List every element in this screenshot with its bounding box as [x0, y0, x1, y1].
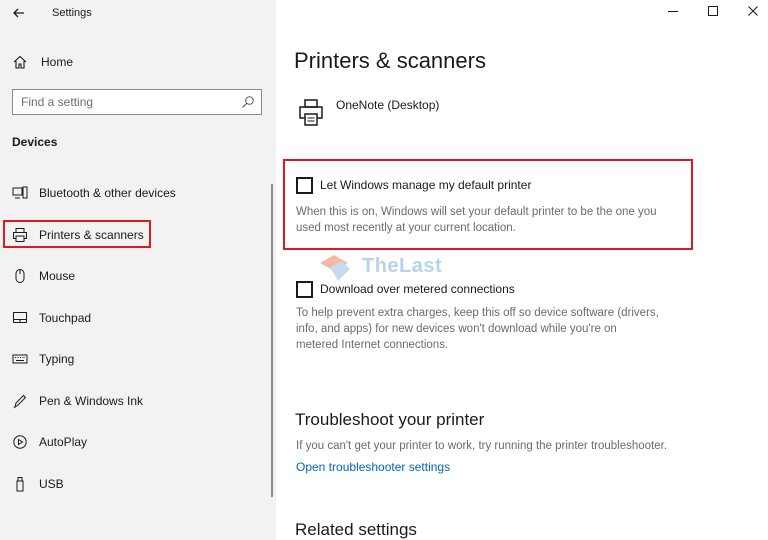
search-icon: [242, 96, 254, 108]
default-printer-description: When this is on, Windows will set your d…: [296, 204, 657, 236]
sidebar-item-usb[interactable]: USB: [12, 474, 64, 494]
sidebar-scrollbar[interactable]: [271, 184, 273, 497]
metered-label[interactable]: Download over metered connections: [320, 282, 515, 296]
usb-icon: [16, 477, 24, 492]
sidebar-item-label: Touchpad: [39, 311, 92, 325]
sidebar: Settings Home Find a setting Devices Blu…: [0, 0, 276, 540]
home-icon: [13, 55, 27, 69]
search-input[interactable]: Find a setting: [12, 89, 262, 115]
troubleshoot-text: If you can't get your printer to work, t…: [296, 440, 668, 452]
metered-description: To help prevent extra charges, keep this…: [296, 305, 659, 353]
sidebar-item-label: USB: [39, 477, 64, 491]
sidebar-item-label: AutoPlay: [39, 435, 88, 449]
sidebar-item-autoplay[interactable]: AutoPlay: [12, 432, 87, 452]
metered-checkbox[interactable]: [296, 281, 313, 298]
printer-device-item[interactable]: [298, 98, 324, 128]
sidebar-item-label: Bluetooth & other devices: [39, 186, 176, 200]
default-printer-checkbox[interactable]: [296, 177, 313, 194]
printer-icon: [299, 99, 323, 126]
description-line: info, and apps) for new devices won't do…: [296, 323, 617, 335]
sidebar-item-touchpad[interactable]: Touchpad: [12, 308, 91, 328]
close-button[interactable]: [746, 4, 760, 18]
home-label: Home: [41, 55, 74, 69]
description-line: metered Internet connections.: [296, 339, 449, 351]
maximize-button[interactable]: [706, 4, 720, 18]
back-button[interactable]: [10, 4, 28, 22]
sidebar-item-label: Pen & Windows Ink: [39, 394, 144, 408]
section-title: Devices: [12, 135, 58, 149]
home-nav-item[interactable]: Home: [12, 52, 73, 72]
troubleshoot-heading: Troubleshoot your printer: [295, 410, 485, 429]
sidebar-item-mouse[interactable]: Mouse: [12, 266, 75, 286]
search-placeholder: Find a setting: [21, 95, 94, 109]
minimize-icon: [668, 11, 678, 12]
pen-icon: [13, 394, 27, 409]
mouse-icon: [15, 269, 25, 283]
sidebar-item-pen[interactable]: Pen & Windows Ink: [12, 391, 143, 411]
open-troubleshooter-link[interactable]: Open troubleshooter settings: [296, 460, 450, 474]
sidebar-item-bluetooth[interactable]: Bluetooth & other devices: [12, 183, 176, 203]
default-printer-label[interactable]: Let Windows manage my default printer: [320, 178, 531, 192]
sidebar-item-label: Mouse: [39, 269, 76, 283]
autoplay-icon: [13, 435, 27, 449]
sidebar-item-label: Typing: [39, 352, 75, 366]
watermark-text: TheLast: [362, 255, 443, 277]
touchpad-icon: [13, 312, 27, 323]
window-title: Settings: [52, 7, 92, 19]
related-settings-heading: Related settings: [295, 520, 417, 539]
printer-name[interactable]: OneNote (Desktop): [336, 98, 439, 112]
description-line: used most recently at your current locat…: [296, 222, 516, 234]
bluetooth-devices-icon: [12, 186, 28, 199]
page-title: Printers & scanners: [294, 48, 486, 73]
sidebar-item-typing[interactable]: Typing: [12, 349, 74, 369]
maximize-icon: [708, 6, 718, 16]
arrow-left-icon: [13, 8, 24, 18]
close-icon: [748, 6, 758, 16]
description-line: To help prevent extra charges, keep this…: [296, 307, 659, 319]
keyboard-icon: [12, 354, 28, 364]
printers-highlight-box: [3, 220, 151, 248]
minimize-button[interactable]: [666, 4, 680, 18]
description-line: When this is on, Windows will set your d…: [296, 206, 657, 218]
